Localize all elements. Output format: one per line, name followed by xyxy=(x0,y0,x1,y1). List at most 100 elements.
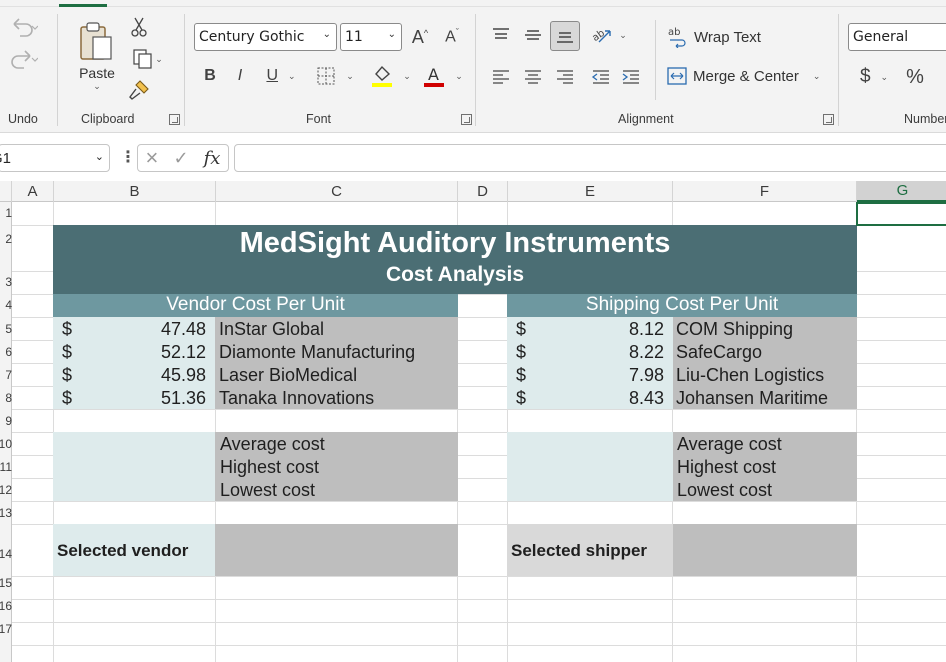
align-right-icon xyxy=(557,70,573,84)
column-header-g[interactable]: G xyxy=(857,181,946,202)
title-band[interactable]: MedSight Auditory Instruments Cost Analy… xyxy=(53,225,857,294)
name-box[interactable]: G1 ⌄ xyxy=(0,144,110,172)
shipping-cost: 7.98 xyxy=(628,365,664,385)
increase-indent-icon xyxy=(622,70,639,84)
row-header[interactable]: 15 xyxy=(0,576,12,590)
clipboard-launcher-icon[interactable] xyxy=(169,114,180,125)
font-size-value: 11 xyxy=(345,29,363,45)
copy-button[interactable]: ⌄ xyxy=(126,48,170,70)
row-header[interactable]: 11 xyxy=(0,460,12,474)
font-color-button[interactable]: A ⌄ xyxy=(420,62,466,90)
group-label-alignment: Alignment xyxy=(618,112,674,126)
number-format-select[interactable]: General xyxy=(848,23,946,51)
orientation-button[interactable]: ab ⌄ xyxy=(588,22,630,48)
decrease-font-size-button[interactable]: Aˇ xyxy=(440,24,464,50)
row-header[interactable]: 14 xyxy=(0,547,12,561)
align-bottom-button[interactable] xyxy=(550,21,580,51)
cut-button[interactable] xyxy=(128,16,150,38)
active-cell-g1[interactable] xyxy=(856,202,946,226)
increase-indent-button[interactable] xyxy=(618,64,644,90)
alignment-launcher-icon[interactable] xyxy=(823,114,834,125)
vendor-name: Diamonte Manufacturing xyxy=(219,342,416,362)
vendor-name: Laser BioMedical xyxy=(219,365,358,385)
selected-shipper-label: Selected shipper xyxy=(511,541,648,560)
row-header[interactable]: 3 xyxy=(0,275,12,289)
row-header[interactable]: 10 xyxy=(0,437,12,451)
select-all-corner[interactable] xyxy=(0,181,12,202)
borders-icon xyxy=(317,67,335,85)
row-header[interactable]: 17 xyxy=(0,622,12,636)
copy-dropdown-icon: ⌄ xyxy=(155,53,163,64)
underline-button[interactable]: U ⌄ xyxy=(258,64,304,88)
row-header[interactable]: 12 xyxy=(0,483,12,497)
paste-button[interactable]: Paste ⌄ xyxy=(72,14,122,98)
font-launcher-icon[interactable] xyxy=(461,114,472,125)
formula-input[interactable] xyxy=(234,144,946,172)
row-header[interactable]: 9 xyxy=(0,414,12,428)
redo-icon xyxy=(11,50,38,69)
row-header[interactable]: 4 xyxy=(0,298,12,312)
row-header[interactable]: 6 xyxy=(0,345,12,359)
row-header[interactable]: 13 xyxy=(0,506,12,520)
vendor-name: InStar Global xyxy=(219,319,325,339)
row-header[interactable]: 5 xyxy=(0,322,12,336)
align-center-button[interactable] xyxy=(520,64,546,90)
fill-color-button[interactable]: ⌄ xyxy=(368,62,414,90)
shipping-stats-values[interactable] xyxy=(507,432,673,501)
row-header[interactable]: 2 xyxy=(0,232,12,246)
column-header-e[interactable]: E xyxy=(508,181,673,202)
sheet-title: MedSight Auditory Instruments xyxy=(239,227,671,259)
decrease-indent-button[interactable] xyxy=(588,64,614,90)
sheet-subtitle: Cost Analysis xyxy=(385,263,525,286)
vendor-stats-values[interactable] xyxy=(53,432,215,501)
undo-button[interactable] xyxy=(4,16,44,38)
more-options-icon[interactable]: ⋮ xyxy=(120,147,136,167)
italic-button[interactable]: I xyxy=(228,64,252,88)
chevron-down-icon: ⌄ xyxy=(387,29,396,40)
insert-function-icon[interactable]: fx xyxy=(204,148,221,169)
accounting-format-button[interactable]: $ ⌄ xyxy=(852,64,896,90)
bold-icon: B xyxy=(204,67,216,84)
font-name-select[interactable]: Century Gothic ⌄ xyxy=(194,23,337,51)
group-label-number: Number xyxy=(904,112,946,126)
wrap-text-button[interactable]: ab Wrap Text xyxy=(668,26,761,48)
selected-vendor-label: Selected vendor xyxy=(57,541,189,560)
align-right-button[interactable] xyxy=(552,64,578,90)
redo-button[interactable] xyxy=(4,48,44,70)
align-middle-button[interactable] xyxy=(520,22,546,48)
row-header[interactable]: 16 xyxy=(0,599,12,613)
vendor-header-cell[interactable]: Vendor Cost Per Unit xyxy=(53,294,458,317)
row-header[interactable]: 1 xyxy=(0,206,12,220)
bold-button[interactable]: B xyxy=(198,64,222,88)
selected-vendor-value-cell[interactable] xyxy=(215,524,458,576)
increase-font-size-button[interactable]: A^ xyxy=(408,24,432,50)
shipper-name: Johansen Maritime xyxy=(676,388,829,408)
enter-icon[interactable]: ✓ xyxy=(173,148,188,169)
column-header-a[interactable]: A xyxy=(12,181,54,202)
font-size-select[interactable]: 11 ⌄ xyxy=(340,23,402,51)
underline-icon: U xyxy=(266,67,278,84)
chevron-down-icon: ⌄ xyxy=(288,70,296,81)
column-header-f[interactable]: F xyxy=(673,181,857,202)
column-header-c[interactable]: C xyxy=(216,181,458,202)
column-header-d[interactable]: D xyxy=(458,181,508,202)
currency-symbol: $ xyxy=(62,388,73,408)
merge-center-button[interactable]: Merge & Center ⌄ xyxy=(667,66,820,86)
ribbon: Undo Paste ⌄ ⌄ Clipboard Century Gothic … xyxy=(0,0,946,133)
chevron-down-icon: ⌄ xyxy=(346,70,354,81)
align-left-button[interactable] xyxy=(488,64,514,90)
format-painter-button[interactable] xyxy=(126,78,152,102)
vendor-name: Tanaka Innovations xyxy=(219,388,375,408)
borders-button[interactable]: ⌄ xyxy=(312,64,358,88)
percent-style-button[interactable]: % xyxy=(900,64,930,90)
shipping-header-cell[interactable]: Shipping Cost Per Unit xyxy=(507,294,857,317)
row-header[interactable]: 7 xyxy=(0,368,12,382)
align-top-button[interactable] xyxy=(488,22,514,48)
selected-shipper-value-cell[interactable] xyxy=(673,524,857,576)
row-header[interactable]: 8 xyxy=(0,391,12,405)
paste-icon xyxy=(80,21,112,60)
group-separator xyxy=(655,20,656,100)
vendor-cost: 52.12 xyxy=(160,342,206,362)
cancel-icon[interactable]: × xyxy=(146,145,159,171)
column-header-b[interactable]: B xyxy=(54,181,216,202)
